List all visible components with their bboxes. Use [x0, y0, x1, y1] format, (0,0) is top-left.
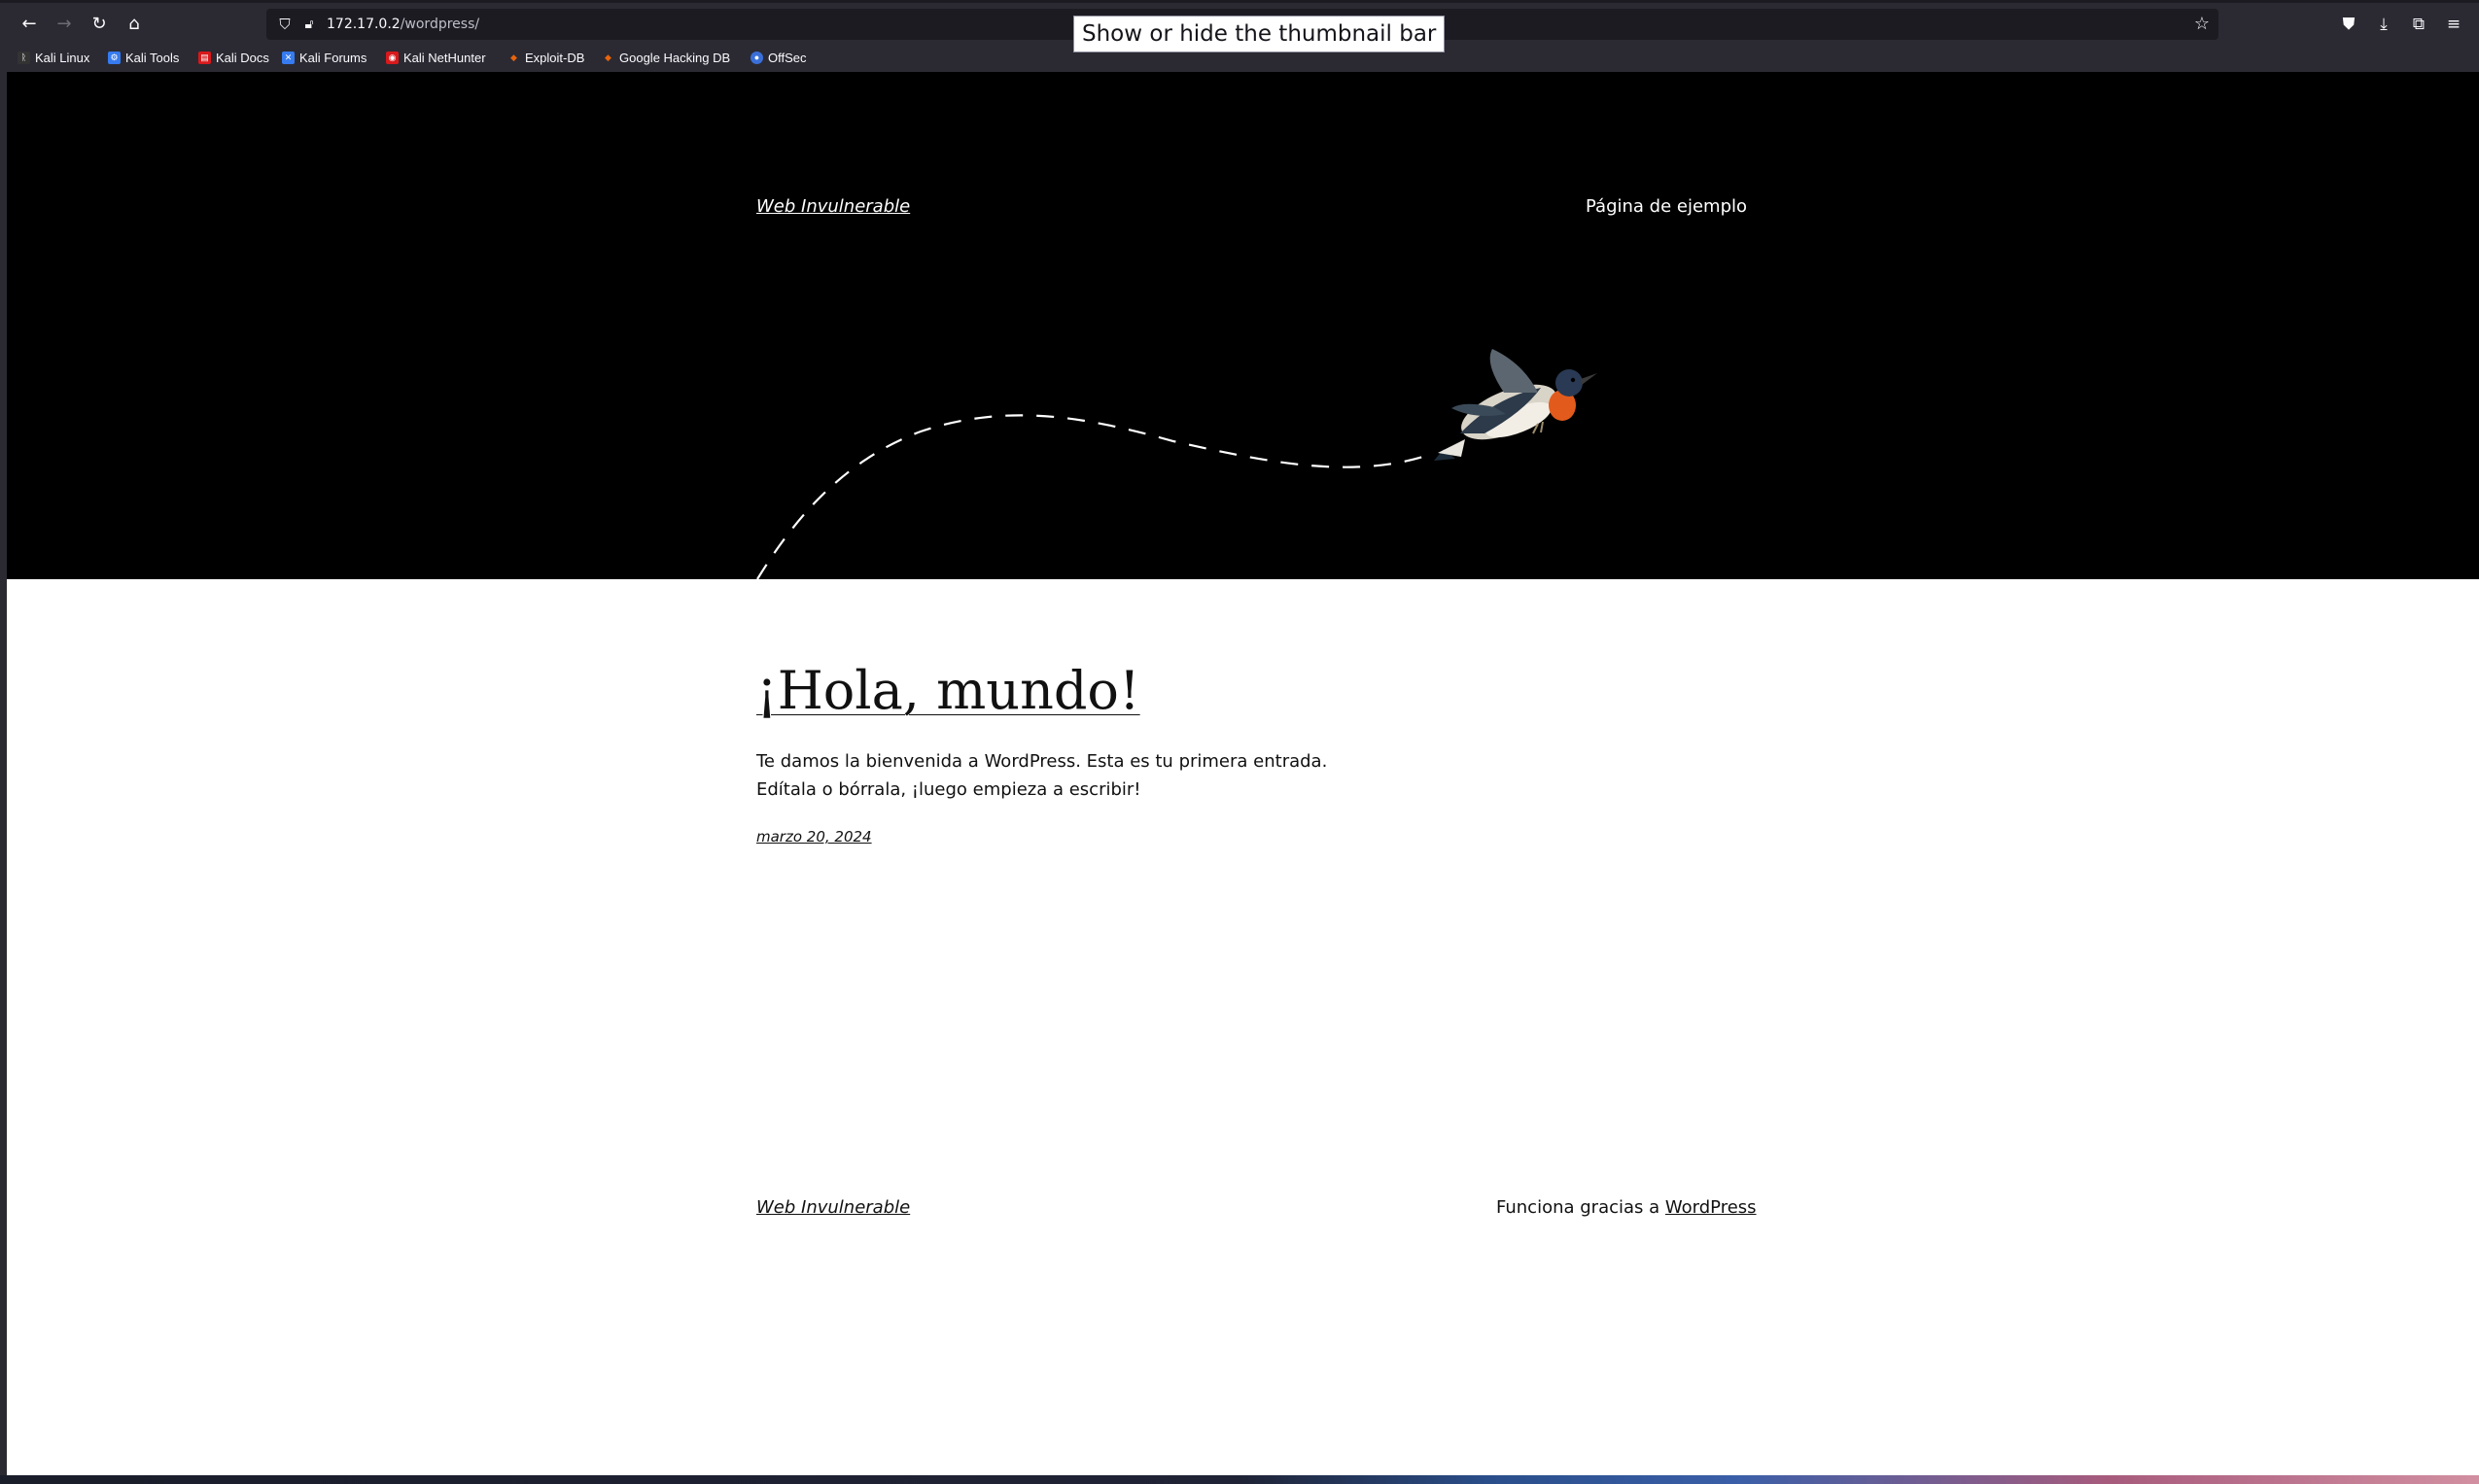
- kali-tools-icon: ⚙: [108, 51, 121, 64]
- bookmark-google-hacking-db[interactable]: ◆ Google Hacking DB: [602, 48, 730, 67]
- exploit-db-icon: ◆: [510, 52, 517, 62]
- bookmark-label: Kali Forums: [299, 50, 367, 65]
- insecure-lock-icon[interactable]: 🔓︎: [301, 15, 317, 34]
- bird-illustration: [1434, 349, 1597, 461]
- pocket-icon[interactable]: ⛊: [2335, 11, 2362, 38]
- back-arrow-icon[interactable]: ←: [16, 11, 43, 38]
- url-path: /wordpress/: [400, 17, 480, 32]
- footer-site-title-link[interactable]: Web Invulnerable: [756, 1197, 910, 1218]
- bookmark-kali-linux[interactable]: ᚱ Kali Linux: [17, 48, 89, 67]
- post-date-link[interactable]: marzo 20, 2024: [756, 828, 872, 846]
- bookmark-offsec[interactable]: ● OffSec: [751, 48, 807, 67]
- bookmark-label: Kali Linux: [35, 50, 90, 65]
- bookmark-label: Kali Docs: [216, 50, 269, 65]
- hero-illustration: [756, 349, 1597, 579]
- bookmark-label: Google Hacking DB: [619, 50, 731, 65]
- bookmark-label: Exploit-DB: [525, 50, 585, 65]
- bookmark-exploit-db[interactable]: ◆ Exploit-DB: [507, 48, 584, 67]
- bookmark-kali-tools[interactable]: ⚙ Kali Tools: [108, 48, 179, 67]
- url-text[interactable]: 172.17.0.2/wordpress/: [327, 15, 479, 34]
- footer-credit: Funciona gracias a WordPress: [1496, 1197, 1757, 1218]
- url-host: 172.17.0.2: [327, 17, 401, 32]
- bookmark-label: Kali NetHunter: [403, 50, 486, 65]
- bookmark-kali-forums[interactable]: ✕ Kali Forums: [282, 48, 367, 67]
- home-icon[interactable]: ⌂: [121, 11, 148, 38]
- ghdb-icon: ◆: [605, 52, 611, 62]
- dashed-flight-path: [756, 414, 1427, 579]
- page-viewport: Web Invulnerable Página de ejemplo ¡Hola…: [7, 72, 2479, 1475]
- kali-dragon-icon: ᚱ: [17, 51, 30, 64]
- nethunter-icon: ◉: [386, 51, 399, 64]
- bookmark-label: OffSec: [768, 50, 807, 65]
- menu-icon[interactable]: ≡: [2440, 11, 2467, 38]
- bookmark-label: Kali Tools: [125, 50, 180, 65]
- reload-icon[interactable]: ↻: [86, 11, 113, 38]
- footer-credit-text: Funciona gracias a: [1496, 1197, 1665, 1218]
- post-title-link[interactable]: ¡Hola, mundo!: [756, 660, 1140, 721]
- forward-arrow-icon[interactable]: →: [51, 11, 78, 38]
- kali-forums-icon: ✕: [282, 51, 295, 64]
- tooltip: Show or hide the thumbnail bar: [1073, 16, 1446, 52]
- extensions-icon[interactable]: ⧉: [2405, 11, 2432, 38]
- window-edge: [0, 72, 7, 1475]
- bookmark-kali-nethunter[interactable]: ◉ Kali NetHunter: [386, 48, 486, 67]
- bookmark-star-icon[interactable]: ☆: [2191, 14, 2213, 35]
- bookmark-kali-docs[interactable]: ▤ Kali Docs: [198, 48, 269, 67]
- offsec-icon: ●: [751, 51, 763, 64]
- desktop-wallpaper-strip: [0, 1475, 2479, 1484]
- post-excerpt: Te damos la bienvenida a WordPress. Esta…: [756, 751, 1328, 800]
- tracking-protection-shield-icon[interactable]: ⛉: [276, 15, 294, 34]
- download-icon[interactable]: ⤓: [2370, 11, 2397, 38]
- hero-header: Web Invulnerable Página de ejemplo: [7, 72, 2479, 579]
- wordpress-link[interactable]: WordPress: [1665, 1197, 1757, 1218]
- kali-docs-icon: ▤: [198, 51, 211, 64]
